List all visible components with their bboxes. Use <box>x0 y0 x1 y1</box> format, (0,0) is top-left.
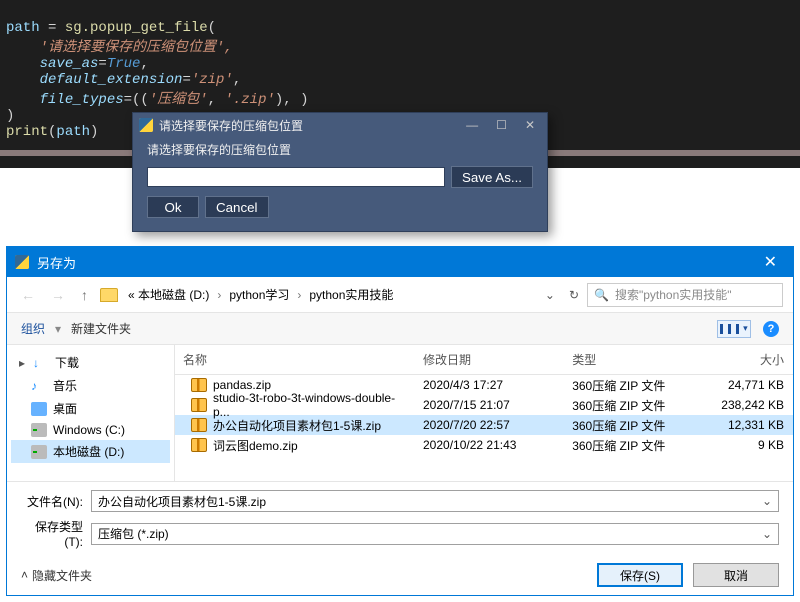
save-as-button[interactable]: Save As... <box>451 166 533 188</box>
crumb-segment[interactable]: python实用技能 <box>307 284 395 305</box>
back-icon[interactable]: ← <box>17 287 39 303</box>
minimize-icon[interactable]: — <box>466 118 478 132</box>
drive-icon <box>31 445 47 459</box>
code-token: '请选择要保存的压缩包位置', <box>6 40 233 56</box>
code-token: default_extension <box>40 72 183 88</box>
tree-item-desktop[interactable]: 桌面 <box>11 397 170 420</box>
cancel-button[interactable]: 取消 <box>693 563 779 587</box>
search-input[interactable]: 🔍 搜索"python实用技能" <box>587 283 783 307</box>
code-token: print <box>6 124 48 140</box>
ok-button[interactable]: Ok <box>147 196 199 218</box>
col-date[interactable]: 修改日期 <box>415 345 564 374</box>
dialog-toolbar: 组织 ▾ 新建文件夹 ▾ ? <box>7 313 793 345</box>
up-icon[interactable]: ↑ <box>77 287 92 303</box>
cancel-button[interactable]: Cancel <box>205 196 269 218</box>
toggle-folders-button[interactable]: ˄ 隐藏文件夹 <box>21 567 92 584</box>
tree-item-downloads[interactable]: ↓ 下载 <box>11 351 170 374</box>
filetype-label: 保存类型(T): <box>21 518 91 549</box>
col-size[interactable]: 大小 <box>699 345 793 374</box>
refresh-icon[interactable]: ↻ <box>569 288 579 302</box>
help-icon[interactable]: ? <box>763 321 779 337</box>
popup-prompt: 请选择要保存的压缩包位置 <box>147 141 533 158</box>
code-token: path <box>6 20 48 36</box>
crumb-segment[interactable]: « 本地磁盘 (D:) <box>126 284 211 305</box>
dialog-title: 另存为 <box>37 253 76 272</box>
file-list[interactable]: 名称 修改日期 类型 大小 pandas.zip2020/4/3 17:2736… <box>175 345 793 481</box>
new-folder-button[interactable]: 新建文件夹 <box>71 320 131 337</box>
file-date: 2020/10/22 21:43 <box>415 432 564 458</box>
python-icon <box>15 255 29 269</box>
tree-item-music[interactable]: ♪ 音乐 <box>11 374 170 397</box>
filetype-select[interactable]: 压缩包 (*.zip) ⌄ <box>91 523 779 545</box>
code-token: ) <box>6 108 14 124</box>
code-token: file_types <box>40 92 124 108</box>
tree-label: 下载 <box>55 354 79 371</box>
code-token: = <box>48 20 65 36</box>
filename-input[interactable]: 办公自动化项目素材包1-5课.zip ⌄ <box>91 490 779 512</box>
python-icon <box>139 118 153 132</box>
crumb-segment[interactable]: python学习 <box>227 284 291 305</box>
chevron-down-icon[interactable]: ⌄ <box>539 288 561 302</box>
file-type: 360压缩 ZIP 文件 <box>564 431 699 460</box>
tree-label: Windows (C:) <box>53 423 125 437</box>
col-name[interactable]: 名称 <box>175 345 415 374</box>
file-path-input[interactable] <box>147 167 445 187</box>
filename-label: 文件名(N): <box>21 493 91 510</box>
tree-label: 音乐 <box>53 377 77 394</box>
tree-label: 桌面 <box>53 400 77 417</box>
code-token <box>6 92 40 108</box>
save-button[interactable]: 保存(S) <box>597 563 683 587</box>
close-icon[interactable]: ✕ <box>525 118 535 132</box>
filetype-value: 压缩包 (*.zip) <box>98 525 169 542</box>
separator-icon: ▾ <box>55 322 61 336</box>
forward-icon[interactable]: → <box>47 287 69 303</box>
music-icon: ♪ <box>31 379 47 393</box>
maximize-icon[interactable]: ☐ <box>496 118 507 132</box>
hide-folders-label: 隐藏文件夹 <box>32 567 92 584</box>
desktop-icon <box>31 402 47 416</box>
zip-icon <box>191 438 207 452</box>
chevron-up-icon: ˄ <box>21 568 28 582</box>
tree-item-d-drive[interactable]: 本地磁盘 (D:) <box>11 440 170 463</box>
folder-icon <box>100 288 118 302</box>
code-token: True <box>107 56 141 72</box>
tree-item-c-drive[interactable]: Windows (C:) <box>11 420 170 440</box>
dialog-nav: ← → ↑ « 本地磁盘 (D:) › python学习 › python实用技… <box>7 277 793 313</box>
code-token <box>6 72 40 88</box>
file-row[interactable]: 词云图demo.zip2020/10/22 21:43360压缩 ZIP 文件9… <box>175 435 793 455</box>
chevron-down-icon[interactable]: ⌄ <box>762 527 772 541</box>
view-options-button[interactable]: ▾ <box>717 320 751 338</box>
popup-titlebar[interactable]: 请选择要保存的压缩包位置 — ☐ ✕ <box>133 113 547 137</box>
download-icon: ↓ <box>33 356 49 370</box>
filename-value: 办公自动化项目素材包1-5课.zip <box>98 493 266 510</box>
code-token <box>6 56 40 72</box>
code-token: save_as <box>40 56 99 72</box>
organize-menu[interactable]: 组织 <box>21 320 45 337</box>
list-header[interactable]: 名称 修改日期 类型 大小 <box>175 345 793 375</box>
dialog-titlebar[interactable]: 另存为 ✕ <box>7 247 793 277</box>
file-name: 词云图demo.zip <box>213 437 298 454</box>
chevron-down-icon[interactable]: ⌄ <box>762 494 772 508</box>
search-placeholder: 搜索"python实用技能" <box>615 286 732 303</box>
code-token: ( <box>208 20 216 36</box>
chevron-right-icon: › <box>295 286 303 304</box>
popup-title: 请选择要保存的压缩包位置 <box>159 117 303 134</box>
breadcrumb[interactable]: « 本地磁盘 (D:) › python学习 › python实用技能 <box>126 284 531 305</box>
chevron-right-icon: › <box>215 286 223 304</box>
code-token: sg.popup_get_file <box>65 20 208 36</box>
tree-label: 本地磁盘 (D:) <box>53 443 124 460</box>
file-size: 9 KB <box>699 432 793 458</box>
search-icon: 🔍 <box>594 288 609 302</box>
folder-tree[interactable]: ↓ 下载 ♪ 音乐 桌面 Windows (C:) 本地磁盘 (D:) <box>7 345 175 481</box>
save-as-dialog: 另存为 ✕ ← → ↑ « 本地磁盘 (D:) › python学习 › pyt… <box>6 246 794 596</box>
popup-window: 请选择要保存的压缩包位置 — ☐ ✕ 请选择要保存的压缩包位置 Save As.… <box>132 112 548 232</box>
close-icon[interactable]: ✕ <box>756 252 785 272</box>
drive-icon <box>31 423 47 437</box>
